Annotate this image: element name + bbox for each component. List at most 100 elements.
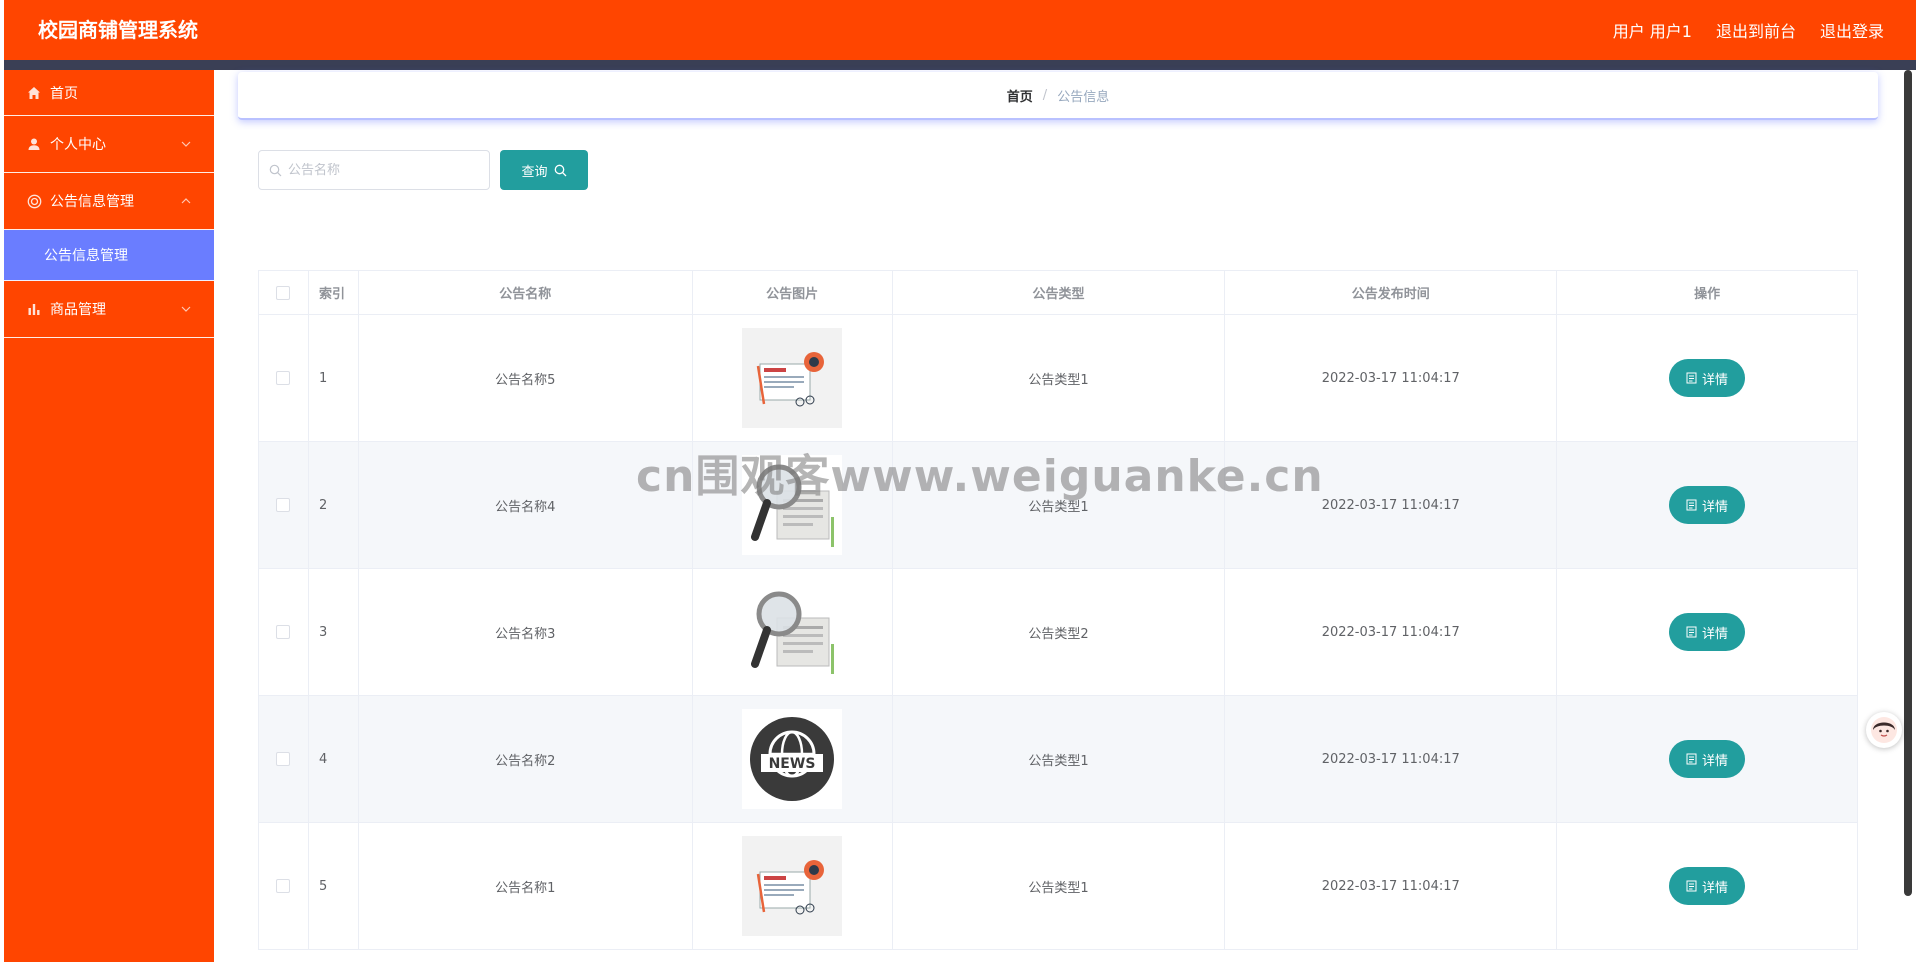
row-action-cell: 详情 xyxy=(1556,441,1858,569)
row-time: 2022-03-17 11:04:17 xyxy=(1224,314,1558,442)
table-row: 1 公告名称5 公告类型1 2022-03-17 11:04:17 详情 xyxy=(258,314,1858,442)
row-select-cell xyxy=(258,568,309,696)
row-action-cell: 详情 xyxy=(1556,822,1858,950)
user-icon xyxy=(26,136,42,152)
svg-text:NEWS: NEWS xyxy=(769,756,816,772)
search-icon xyxy=(269,164,282,176)
row-image-cell xyxy=(691,314,893,442)
sidebar-item-goods-management[interactable]: 商品管理 xyxy=(4,281,214,338)
row-type: 公告类型1 xyxy=(891,314,1226,442)
row-select-cell xyxy=(258,314,309,442)
sidebar-item-label: 商品管理 xyxy=(50,302,106,318)
notice-icon xyxy=(26,193,42,209)
search-icon xyxy=(554,164,566,176)
row-image-cell xyxy=(691,568,893,696)
row-time: 2022-03-17 11:04:17 xyxy=(1224,822,1558,950)
query-button-label: 查询 xyxy=(521,164,548,180)
select-all-checkbox[interactable] xyxy=(276,285,291,300)
chevron-up-icon xyxy=(181,198,191,204)
row-time: 2022-03-17 11:04:17 xyxy=(1224,568,1558,696)
breadcrumb: 首页 / 公告信息 xyxy=(238,72,1878,120)
search-box xyxy=(258,150,490,190)
logout-link[interactable]: 退出登录 xyxy=(1820,18,1884,42)
column-header-type: 公告类型 xyxy=(891,270,1226,315)
row-checkbox[interactable] xyxy=(276,371,291,385)
detail-button-label: 详情 xyxy=(1702,372,1729,388)
current-user-link[interactable]: 用户 用户1 xyxy=(1613,18,1692,42)
news-desk-thumbnail[interactable] xyxy=(742,328,843,428)
sidebar-item-home[interactable]: 首页 xyxy=(4,70,214,116)
table-row: 5 公告名称1 公告类型1 2022-03-17 11:04:17 详情 xyxy=(258,822,1858,950)
news-desk-thumbnail[interactable] xyxy=(742,836,843,936)
row-type: 公告类型1 xyxy=(891,822,1226,950)
row-select-cell xyxy=(258,822,309,950)
table-header-row: 索引 公告名称 公告图片 公告类型 公告发布时间 操作 xyxy=(258,270,1858,315)
select-all-cell xyxy=(258,270,309,315)
top-header: 校园商铺管理系统 用户 用户1 退出到前台 退出登录 xyxy=(4,0,1916,60)
row-action-cell: 详情 xyxy=(1556,695,1858,823)
detail-button[interactable]: 详情 xyxy=(1669,486,1746,524)
news-globe-thumbnail[interactable]: NEWS xyxy=(742,709,843,809)
row-index: 2 xyxy=(307,441,359,569)
column-header-time: 公告发布时间 xyxy=(1224,270,1558,315)
breadcrumb-current: 公告信息 xyxy=(1057,89,1110,105)
row-checkbox[interactable] xyxy=(276,625,291,639)
watermark-text: cn围观客www.weiguanke.cn xyxy=(636,451,1324,502)
row-name: 公告名称3 xyxy=(357,568,693,696)
exit-to-front-link[interactable]: 退出到前台 xyxy=(1716,18,1796,42)
detail-button[interactable]: 详情 xyxy=(1669,867,1746,905)
detail-button[interactable]: 详情 xyxy=(1669,613,1746,651)
detail-button-label: 详情 xyxy=(1702,626,1729,642)
detail-button[interactable]: 详情 xyxy=(1669,740,1746,778)
sidebar-item-label: 首页 xyxy=(50,85,78,102)
sidebar: 首页 个人中心 公告信息管理 公告信息管理 商品管理 xyxy=(4,70,214,962)
row-type: 公告类型1 xyxy=(891,695,1226,823)
detail-button-label: 详情 xyxy=(1702,880,1729,896)
column-header-index: 索引 xyxy=(307,270,359,315)
row-index: 4 xyxy=(307,695,359,823)
sidebar-item-label: 公告信息管理 xyxy=(50,194,134,210)
document-icon xyxy=(1686,753,1697,765)
sidebar-item-label: 个人中心 xyxy=(50,137,106,153)
row-checkbox[interactable] xyxy=(276,752,291,766)
vertical-scrollbar[interactable] xyxy=(1904,70,1912,896)
row-image-cell xyxy=(691,822,893,950)
row-select-cell xyxy=(258,441,309,569)
column-header-name: 公告名称 xyxy=(357,270,693,315)
document-icon xyxy=(1686,499,1697,511)
sidebar-subitem-notice-management[interactable]: 公告信息管理 xyxy=(4,230,214,281)
breadcrumb-home[interactable]: 首页 xyxy=(1007,86,1033,105)
header-links: 用户 用户1 退出到前台 退出登录 xyxy=(1613,0,1884,60)
header-strip xyxy=(4,60,1916,70)
row-select-cell xyxy=(258,695,309,823)
detail-button[interactable]: 详情 xyxy=(1669,359,1746,397)
row-name: 公告名称2 xyxy=(357,695,693,823)
row-time: 2022-03-17 11:04:17 xyxy=(1224,695,1558,823)
sidebar-item-notice-management[interactable]: 公告信息管理 xyxy=(4,173,214,230)
row-checkbox[interactable] xyxy=(276,498,291,512)
row-image-cell: NEWS xyxy=(691,695,893,823)
sidebar-item-profile[interactable]: 个人中心 xyxy=(4,116,214,173)
breadcrumb-separator: / xyxy=(1042,87,1048,103)
document-icon xyxy=(1686,880,1697,892)
table-row: 4 公告名称2 NEWS 公告类型1 2022-03-17 11:04:17 详… xyxy=(258,695,1858,823)
row-action-cell: 详情 xyxy=(1556,314,1858,442)
assistant-avatar[interactable] xyxy=(1866,712,1902,748)
document-icon xyxy=(1686,626,1697,638)
detail-button-label: 详情 xyxy=(1702,499,1729,515)
row-checkbox[interactable] xyxy=(276,879,291,893)
query-button[interactable]: 查询 xyxy=(500,150,588,190)
row-name: 公告名称1 xyxy=(357,822,693,950)
news-magnifier-thumbnail[interactable] xyxy=(742,582,843,682)
notice-table: 索引 公告名称 公告图片 公告类型 公告发布时间 操作 1 公告名称5 公告类型… xyxy=(258,270,1858,950)
row-index: 1 xyxy=(307,314,359,442)
row-type: 公告类型2 xyxy=(891,568,1226,696)
table-row: 3 公告名称3 公告类型2 2022-03-17 11:04:17 详情 xyxy=(258,568,1858,696)
detail-button-label: 详情 xyxy=(1702,753,1729,769)
row-index: 5 xyxy=(307,822,359,950)
row-name: 公告名称5 xyxy=(357,314,693,442)
column-header-action: 操作 xyxy=(1556,270,1858,315)
notice-name-search-input[interactable] xyxy=(288,162,478,178)
home-icon xyxy=(26,85,42,101)
brand-title: 校园商铺管理系统 xyxy=(38,18,198,42)
